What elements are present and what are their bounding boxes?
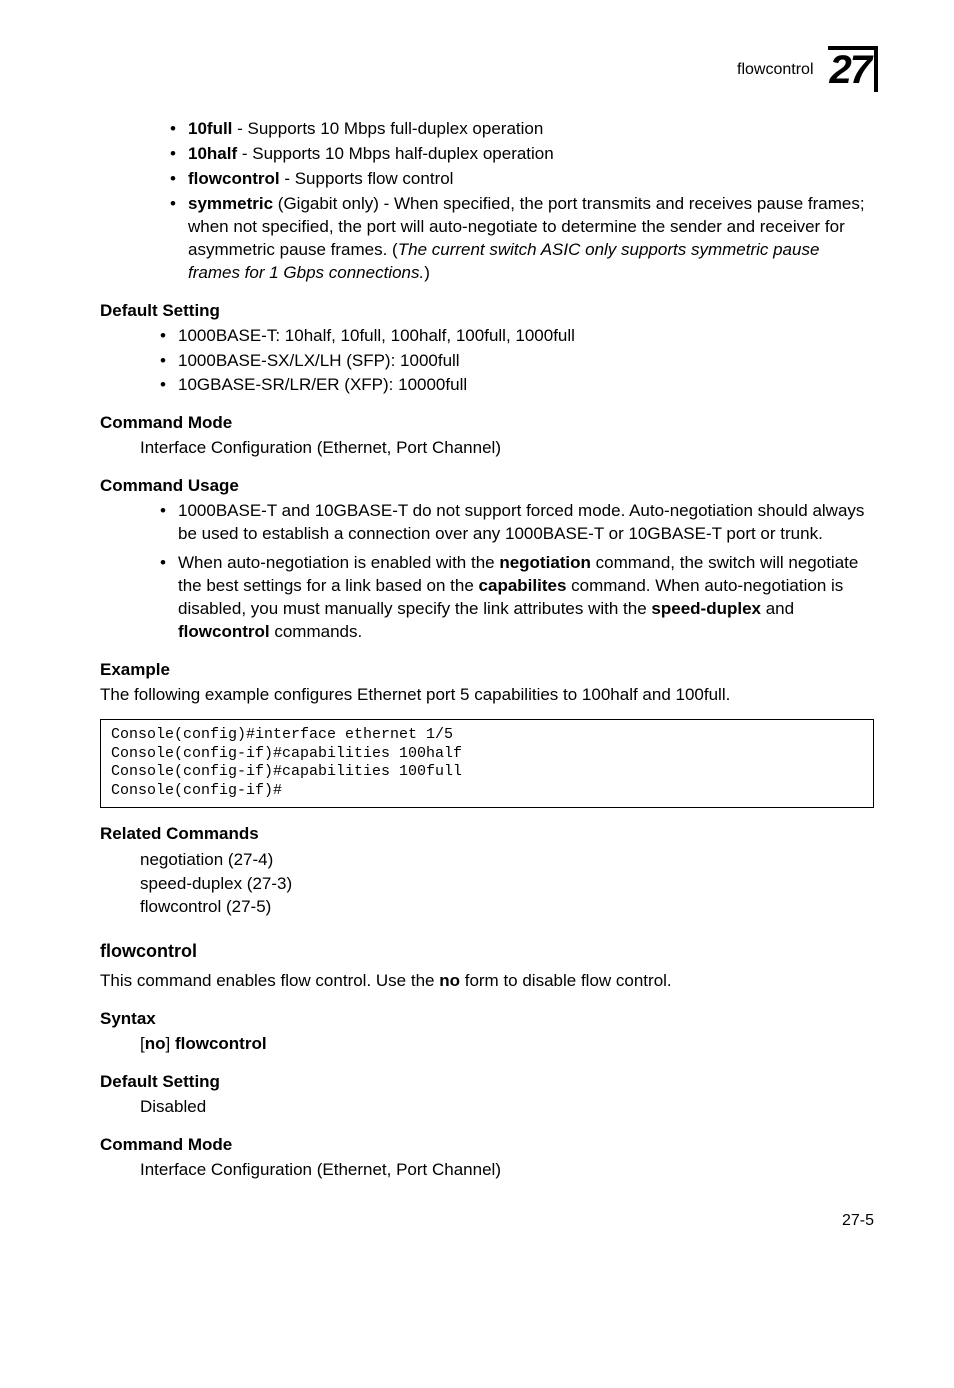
default-setting-list: 1000BASE-T: 10half, 10full, 100half, 100… — [100, 325, 874, 398]
command-mode2-text: Interface Configuration (Ethernet, Port … — [140, 1159, 874, 1182]
capability-options-list: 10full - Supports 10 Mbps full-duplex op… — [100, 118, 874, 285]
related-item: flowcontrol (27-5) — [140, 895, 874, 919]
code-block: Console(config)#interface ethernet 1/5 C… — [100, 719, 874, 808]
running-header: flowcontrol — [737, 61, 813, 79]
syntax-heading: Syntax — [100, 1009, 874, 1029]
page-header: flowcontrol 27 — [100, 50, 874, 90]
default-setting-heading: Default Setting — [100, 301, 874, 321]
command-usage-list: 1000BASE-T and 10GBASE-T do not support … — [100, 500, 874, 644]
example-intro: The following example configures Etherne… — [100, 684, 874, 707]
flowcontrol-heading: flowcontrol — [100, 941, 874, 962]
list-item: 1000BASE-T: 10half, 10full, 100half, 100… — [160, 325, 874, 348]
example-heading: Example — [100, 660, 874, 680]
syntax-text: [no] flowcontrol — [140, 1033, 874, 1056]
list-item: 1000BASE-T and 10GBASE-T do not support … — [160, 500, 874, 546]
chapter-number: 27 — [830, 50, 875, 90]
command-mode2-heading: Command Mode — [100, 1135, 874, 1155]
page-content: flowcontrol 27 10full - Supports 10 Mbps… — [0, 0, 954, 1270]
command-usage-heading: Command Usage — [100, 476, 874, 496]
page-number: 27-5 — [100, 1212, 874, 1230]
default-setting2-text: Disabled — [140, 1096, 874, 1119]
related-item: speed-duplex (27-3) — [140, 872, 874, 896]
list-item: When auto-negotiation is enabled with th… — [160, 552, 874, 644]
related-item: negotiation (27-4) — [140, 848, 874, 872]
command-mode-heading: Command Mode — [100, 413, 874, 433]
list-item: 10half - Supports 10 Mbps half-duplex op… — [170, 143, 874, 166]
list-item: flowcontrol - Supports flow control — [170, 168, 874, 191]
command-mode-text: Interface Configuration (Ethernet, Port … — [140, 437, 874, 460]
default-setting2-heading: Default Setting — [100, 1072, 874, 1092]
list-item: symmetric (Gigabit only) - When specifie… — [170, 193, 874, 285]
related-commands-heading: Related Commands — [100, 824, 874, 844]
list-item: 10full - Supports 10 Mbps full-duplex op… — [170, 118, 874, 141]
list-item: 10GBASE-SR/LR/ER (XFP): 10000full — [160, 374, 874, 397]
flowcontrol-intro: This command enables flow control. Use t… — [100, 970, 874, 993]
related-commands-list: negotiation (27-4) speed-duplex (27-3) f… — [140, 848, 874, 919]
list-item: 1000BASE-SX/LX/LH (SFP): 1000full — [160, 350, 874, 373]
